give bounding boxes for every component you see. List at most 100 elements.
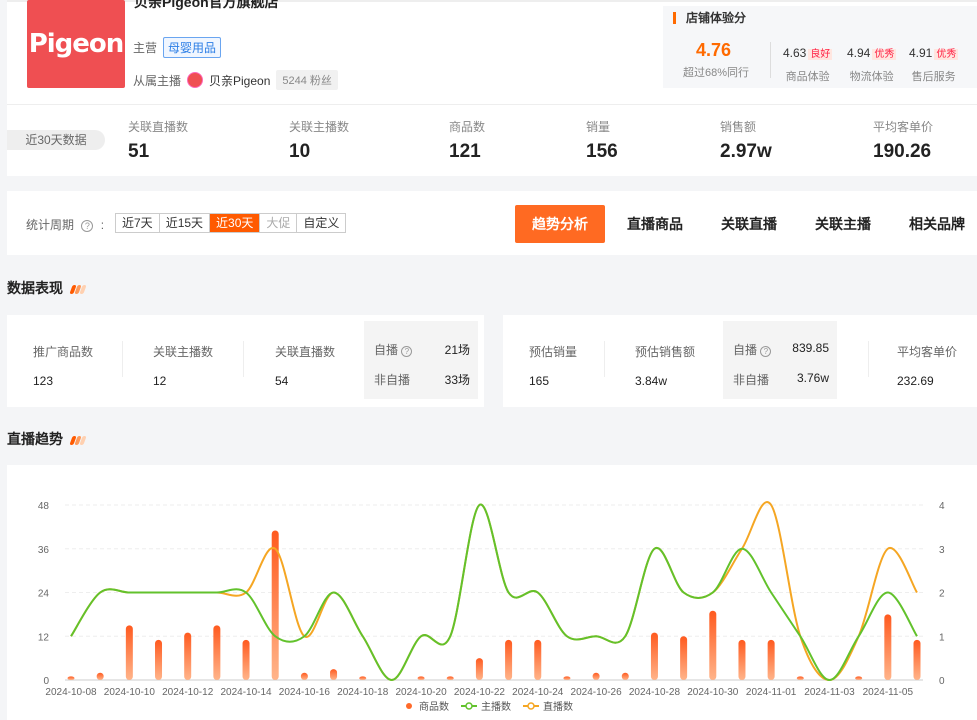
- period-custom[interactable]: 自定义: [297, 214, 345, 232]
- stat-sales-amount: 销售额 2.97w: [720, 118, 772, 163]
- score-beyond-text: 超过68%同行: [683, 67, 750, 79]
- score-item-logistics: 4.94 优秀 物流体验: [847, 44, 897, 84]
- bar-mark: [680, 636, 688, 680]
- split-value: 839.85: [792, 341, 829, 355]
- stat-value: 190.26: [873, 141, 932, 162]
- amount-split-panel: 自播 ? 839.85 非自播 3.76w: [723, 321, 837, 399]
- bar-mark: [475, 658, 483, 680]
- main-category-label: 主营: [133, 41, 158, 55]
- x-tick-label: 2024-10-24: [512, 687, 564, 698]
- score-badge: 良好: [808, 49, 833, 60]
- metric-value: 12: [153, 374, 167, 388]
- y-left-tick: 12: [38, 632, 50, 643]
- metric-value: 165: [529, 374, 550, 388]
- y-right-tick: 4: [939, 501, 945, 512]
- period-promo[interactable]: 大促: [260, 214, 298, 232]
- x-tick-label: 2024-10-12: [162, 687, 214, 698]
- split-self-amount: 自播 ? 839.85: [733, 341, 829, 358]
- metric-value: 54: [275, 374, 289, 388]
- split-non-self-live: 非自播 33场: [374, 371, 470, 388]
- bar-mark: [242, 639, 250, 680]
- logo-text: Pigeon: [28, 29, 125, 59]
- tab-live-products[interactable]: 直播商品: [627, 214, 683, 234]
- header-divider: [7, 104, 977, 105]
- bar-mark: [592, 672, 600, 680]
- y-left-tick: 36: [38, 545, 50, 556]
- metric-divider: [868, 341, 869, 377]
- split-label: 自播: [733, 343, 758, 357]
- bar-mark: [767, 639, 775, 680]
- bar-mark: [359, 676, 367, 680]
- bar-mark: [913, 639, 921, 680]
- bar-mark: [417, 676, 425, 680]
- help-icon[interactable]: ?: [401, 346, 413, 357]
- split-label: 非自播: [374, 373, 411, 387]
- y-right-tick: 3: [939, 545, 945, 556]
- bar-mark: [67, 676, 75, 680]
- anchor-name[interactable]: 贝亲Pigeon: [209, 72, 270, 89]
- filter-toolbar: 统计周期 ? : 近7天 近15天 近30天 大促 自定义 趋势分析 直播商品 …: [7, 191, 977, 255]
- metric-divider: [243, 341, 244, 377]
- tab-related-brands[interactable]: 相关品牌: [909, 214, 965, 234]
- perf-card-left: 推广商品数 123 关联主播数 12 关联直播数 54 自播 ? 21场 非自播 33场: [7, 315, 484, 407]
- legend-label: 商品数: [419, 700, 449, 713]
- split-non-self-amount: 非自播 3.76w: [733, 371, 829, 388]
- metric-anchors: 关联主播数 12: [153, 343, 213, 388]
- period-15d[interactable]: 近15天: [160, 214, 211, 232]
- bar-mark: [709, 610, 717, 680]
- help-icon[interactable]: ?: [81, 220, 94, 232]
- score-item-product: 4.63 良好 商品体验: [783, 44, 833, 84]
- metric-avg-price: 平均客单价 232.69: [897, 343, 957, 388]
- score-badge: 优秀: [872, 49, 897, 60]
- x-tick-label: 2024-11-05: [863, 687, 914, 698]
- period-7d[interactable]: 近7天: [116, 214, 160, 232]
- x-tick-label: 2024-10-18: [337, 687, 389, 698]
- y-right-tick: 1: [939, 632, 945, 643]
- trend-chart-card: 0 12 24 36 48 0 1 2 3 4 2024-10-08 2024-10-10 2024-1…: [7, 465, 977, 720]
- live-count-line: [70, 501, 918, 682]
- bar-mark: [330, 669, 338, 680]
- bar-mark: [184, 632, 192, 680]
- tab-related-anchors[interactable]: 关联主播: [815, 214, 871, 234]
- anchor-avatar[interactable]: [187, 72, 204, 88]
- legend-swatch: [465, 702, 473, 710]
- stat-label: 关联主播数: [289, 120, 350, 134]
- score-value: 4.94: [847, 46, 871, 60]
- tab-trend[interactable]: 趋势分析: [515, 205, 605, 243]
- title-dots-icon: [69, 432, 87, 448]
- x-tick-label: 2024-10-20: [395, 687, 447, 698]
- shop-name[interactable]: 贝亲Pigeon官方旗舰店: [134, 0, 279, 12]
- bar-mark: [855, 676, 863, 680]
- y-right-tick: 2: [939, 589, 945, 600]
- score-label: 售后服务: [911, 71, 956, 83]
- shop-logo[interactable]: Pigeon: [27, 0, 125, 88]
- score-title: 店铺体验分: [673, 12, 746, 24]
- metric-divider: [122, 341, 123, 377]
- shop-score-panel: 店铺体验分 4.76 超过68%同行 4.63 良好 商品体验 4.94 优秀 物流…: [663, 6, 977, 88]
- metric-value: 3.84w: [635, 374, 668, 388]
- tab-related-live[interactable]: 关联直播: [721, 214, 777, 234]
- bar-mark: [621, 672, 629, 680]
- help-icon[interactable]: ?: [760, 346, 772, 357]
- split-label: 自播: [374, 343, 399, 357]
- y-left-tick: 24: [38, 589, 50, 600]
- bar-mark: [300, 672, 308, 680]
- x-tick-label: 2024-10-22: [454, 687, 506, 698]
- stat-label: 商品数: [449, 120, 486, 134]
- live-split-panel: 自播 ? 21场 非自播 33场: [364, 321, 478, 399]
- stat-value: 51: [128, 141, 150, 162]
- bar-mark: [446, 676, 454, 680]
- stat-label: 平均客单价: [873, 120, 934, 134]
- trend-title-text: 直播趋势: [7, 431, 63, 447]
- stat-label: 销量: [586, 120, 611, 134]
- stat-avg-price: 平均客单价 190.26: [873, 118, 933, 163]
- legend-label: 主播数: [481, 700, 511, 713]
- x-tick-label: 2024-10-14: [220, 687, 272, 698]
- trend-chart[interactable]: 012243648012342024-10-08 2024-10-10 2024-1…: [7, 465, 977, 720]
- period-30-label: 近30天数据: [7, 130, 105, 150]
- period-30d[interactable]: 近30天: [210, 214, 261, 232]
- stat-sales-volume: 销量 156: [586, 118, 618, 163]
- metric-label: 预估销量: [529, 345, 578, 359]
- split-self-live: 自播 ? 21场: [374, 341, 470, 358]
- metric-live-count: 关联直播数 54: [275, 343, 335, 388]
